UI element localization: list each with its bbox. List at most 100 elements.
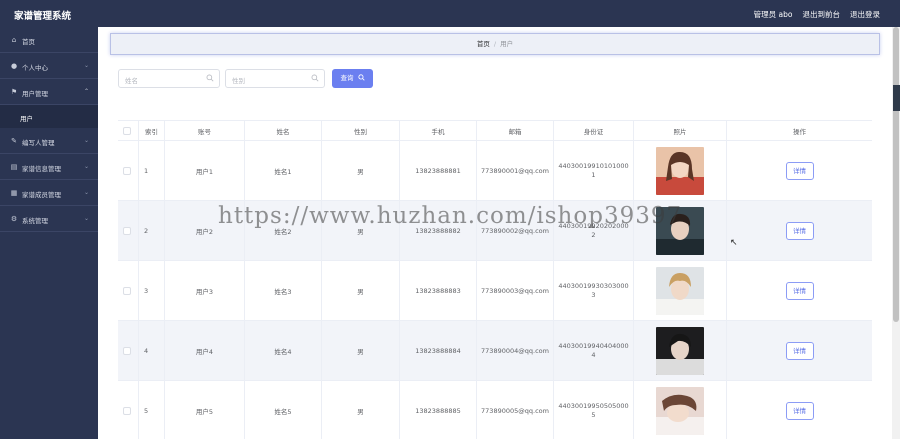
- index-cell: 1: [139, 141, 165, 200]
- settings-icon: ⚙: [10, 215, 18, 223]
- sidebar-item-label: 个人中心: [22, 64, 48, 72]
- sidebar-item-genealogy-members[interactable]: ▦ 家谱成员管理 ⌄: [0, 180, 98, 206]
- row-select-cell: [118, 261, 139, 320]
- phone-cell: 13823888881: [400, 141, 477, 200]
- sidebar-item-writer-management[interactable]: ✎ 编写人管理 ⌄: [0, 128, 98, 154]
- phone-cell: 13823888885: [400, 381, 477, 439]
- name-cell: 姓名3: [245, 261, 322, 320]
- row-checkbox[interactable]: [123, 406, 131, 415]
- user-photo: [656, 386, 704, 435]
- back-to-frontend-link[interactable]: 退出到前台: [803, 9, 841, 20]
- id-card-cell: 440300199303030003: [554, 261, 634, 320]
- chevron-down-icon: ⌄: [83, 62, 89, 69]
- table-row: 3 用户3 姓名3 男 13823888883 773890003@qq.com…: [118, 261, 872, 321]
- id-card-cell: 440300199101010001: [554, 141, 634, 200]
- sidebar-item-user-management[interactable]: ⚑ 用户管理 ⌃: [0, 79, 98, 105]
- index-cell: 5: [139, 381, 165, 439]
- action-cell: 详情: [727, 261, 872, 320]
- mouse-cursor-icon: ↖: [730, 238, 738, 248]
- row-select-cell: [118, 381, 139, 439]
- column-header: 邮箱: [477, 121, 554, 140]
- sidebar-item-profile[interactable]: ● 个人中心 ⌄: [0, 53, 98, 79]
- user-photo: [656, 146, 704, 195]
- breadcrumb-home[interactable]: 首页: [477, 40, 490, 48]
- row-select-cell: [118, 321, 139, 380]
- chevron-down-icon: ⌄: [83, 163, 89, 170]
- search-icon: [357, 74, 365, 81]
- photo-cell: [634, 381, 727, 439]
- photo-cell: [634, 201, 727, 260]
- row-checkbox[interactable]: [123, 346, 131, 355]
- account-cell: 用户4: [165, 321, 245, 380]
- detail-button[interactable]: 详情: [785, 401, 814, 420]
- email-cell: 773890005@qq.com: [477, 381, 554, 439]
- sidebar-item-home[interactable]: ⌂ 首页: [0, 27, 98, 53]
- chevron-up-icon: ⌃: [83, 88, 89, 95]
- row-select-cell: [118, 201, 139, 260]
- pen-icon: ✎: [11, 137, 17, 145]
- index-cell: 4: [139, 321, 165, 380]
- column-header: 性别: [322, 121, 400, 140]
- row-checkbox[interactable]: [123, 226, 131, 235]
- app-title: 家谱管理系统: [14, 11, 72, 22]
- sidebar-item-label: 用户管理: [22, 90, 48, 98]
- row-checkbox[interactable]: [123, 286, 131, 295]
- chevron-down-icon: ⌄: [83, 215, 89, 222]
- table-row: 4 用户4 姓名4 男 13823888884 773890004@qq.com…: [118, 321, 872, 381]
- detail-button[interactable]: 详情: [785, 161, 814, 180]
- breadcrumb: 首页 / 用户: [110, 33, 880, 55]
- users-table: 索引 账号 姓名 性别 手机 邮箱 身份证 照片 操作 1 用户1 姓名1 男 …: [118, 120, 872, 439]
- photo-cell: [634, 141, 727, 200]
- name-cell: 姓名2: [245, 201, 322, 260]
- top-bar: 家谱管理系统 管理员 abo 退出到前台 退出登录: [0, 0, 900, 27]
- phone-cell: 13823888883: [400, 261, 477, 320]
- user-photo: [656, 266, 704, 315]
- list-icon: ▤: [10, 163, 18, 171]
- email-cell: 773890001@qq.com: [477, 141, 554, 200]
- email-cell: 773890004@qq.com: [477, 321, 554, 380]
- name-search-input[interactable]: 姓名: [118, 69, 220, 88]
- photo-cell: [634, 261, 727, 320]
- detail-button[interactable]: 详情: [785, 341, 814, 360]
- sidebar-item-label: 首页: [22, 38, 35, 46]
- top-bar-actions: 管理员 abo 退出到前台 退出登录: [754, 9, 880, 20]
- sidebar-item-label: 系统管理: [22, 217, 48, 225]
- search-icon: [206, 74, 214, 82]
- detail-button[interactable]: 详情: [785, 221, 814, 240]
- gender-search-placeholder: 性别: [232, 77, 245, 85]
- column-header: 手机: [400, 121, 477, 140]
- account-cell: 用户2: [165, 201, 245, 260]
- gender-cell: 男: [322, 201, 400, 260]
- side-tab[interactable]: [893, 85, 900, 111]
- name-cell: 姓名5: [245, 381, 322, 439]
- column-header: 操作: [793, 127, 806, 136]
- scrollbar-thumb[interactable]: [893, 27, 899, 322]
- query-button[interactable]: 查询: [332, 69, 373, 88]
- flag-icon: ⚑: [10, 88, 18, 96]
- select-all-checkbox[interactable]: [123, 126, 131, 135]
- action-cell: 详情: [727, 141, 872, 200]
- sidebar-item-label: 家谱信息管理: [22, 165, 61, 173]
- name-search-placeholder: 姓名: [125, 77, 138, 85]
- chevron-down-icon: ⌄: [83, 137, 89, 144]
- sidebar-item-genealogy-info[interactable]: ▤ 家谱信息管理 ⌄: [0, 154, 98, 180]
- sidebar-subitem-users[interactable]: 用户: [0, 105, 98, 128]
- sidebar: ⌂ 首页 ● 个人中心 ⌄ ⚑ 用户管理 ⌃ 用户 ✎ 编写人管理 ⌄ ▤ 家谱…: [0, 27, 98, 439]
- select-all-cell: [118, 121, 139, 140]
- home-icon: ⌂: [11, 36, 17, 44]
- account-cell: 用户1: [165, 141, 245, 200]
- index-cell: 3: [139, 261, 165, 320]
- sidebar-item-system[interactable]: ⚙ 系统管理 ⌄: [0, 206, 98, 232]
- gender-cell: 男: [322, 141, 400, 200]
- detail-button[interactable]: 详情: [785, 281, 814, 300]
- action-cell: 详情: [727, 381, 872, 439]
- gender-search-input[interactable]: 性别: [225, 69, 325, 88]
- index-cell: 2: [139, 201, 165, 260]
- photo-cell: [634, 321, 727, 380]
- id-card-cell: 440300199202020002: [554, 201, 634, 260]
- column-header: 索引: [139, 121, 165, 140]
- logout-link[interactable]: 退出登录: [850, 9, 880, 20]
- query-button-label: 查询: [340, 74, 354, 82]
- row-checkbox[interactable]: [123, 166, 131, 175]
- name-cell: 姓名4: [245, 321, 322, 380]
